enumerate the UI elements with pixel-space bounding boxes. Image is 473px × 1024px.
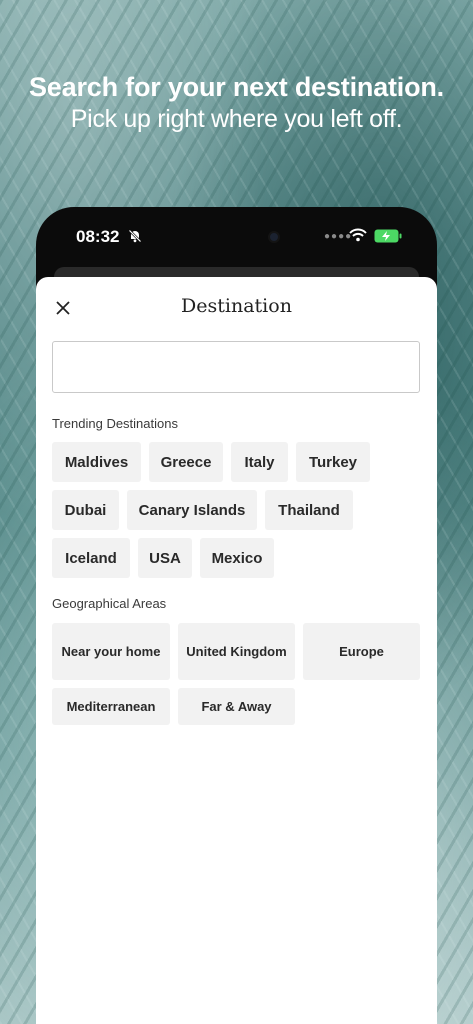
- area-europe[interactable]: Europe: [303, 623, 420, 680]
- status-bar: 08:32 ●●●●: [36, 207, 437, 267]
- trending-chip-greece[interactable]: Greece: [149, 442, 223, 482]
- trending-chip-dubai[interactable]: Dubai: [52, 490, 119, 530]
- trending-chip-maldives[interactable]: Maldives: [52, 442, 141, 482]
- promo-subtitle: Pick up right where you left off.: [70, 105, 403, 133]
- destination-search-input[interactable]: [52, 341, 420, 393]
- area-mediterranean[interactable]: Mediterranean: [52, 688, 170, 725]
- destination-sheet: Destination Trending Destinations Maldiv…: [36, 277, 437, 1024]
- promo-headline: Search for your next destination. Pick u…: [0, 72, 473, 134]
- camera-icon: [268, 231, 280, 243]
- trending-chip-iceland[interactable]: Iceland: [52, 538, 130, 578]
- sheet-title: Destination: [181, 295, 292, 317]
- trending-chip-thailand[interactable]: Thailand: [265, 490, 353, 530]
- trending-chip-turkey[interactable]: Turkey: [296, 442, 370, 482]
- bell-slash-icon: [128, 229, 142, 243]
- battery-charging-icon: [374, 229, 402, 243]
- area-united-kingdom[interactable]: United Kingdom: [178, 623, 295, 680]
- wifi-icon: [349, 228, 367, 242]
- trending-chip-canary-islands[interactable]: Canary Islands: [127, 490, 257, 530]
- promo-title: Search for your next destination.: [29, 72, 444, 102]
- signal-dots-icon: ●●●●: [324, 231, 353, 242]
- geographical-areas-label: Geographical Areas: [52, 596, 167, 611]
- status-time: 08:32: [76, 227, 120, 246]
- trending-chip-usa[interactable]: USA: [138, 538, 192, 578]
- trending-label: Trending Destinations: [52, 416, 178, 431]
- area-far-and-away[interactable]: Far & Away: [178, 688, 295, 725]
- area-near-your-home[interactable]: Near your home: [52, 623, 170, 680]
- trending-chip-mexico[interactable]: Mexico: [200, 538, 274, 578]
- trending-chip-italy[interactable]: Italy: [231, 442, 288, 482]
